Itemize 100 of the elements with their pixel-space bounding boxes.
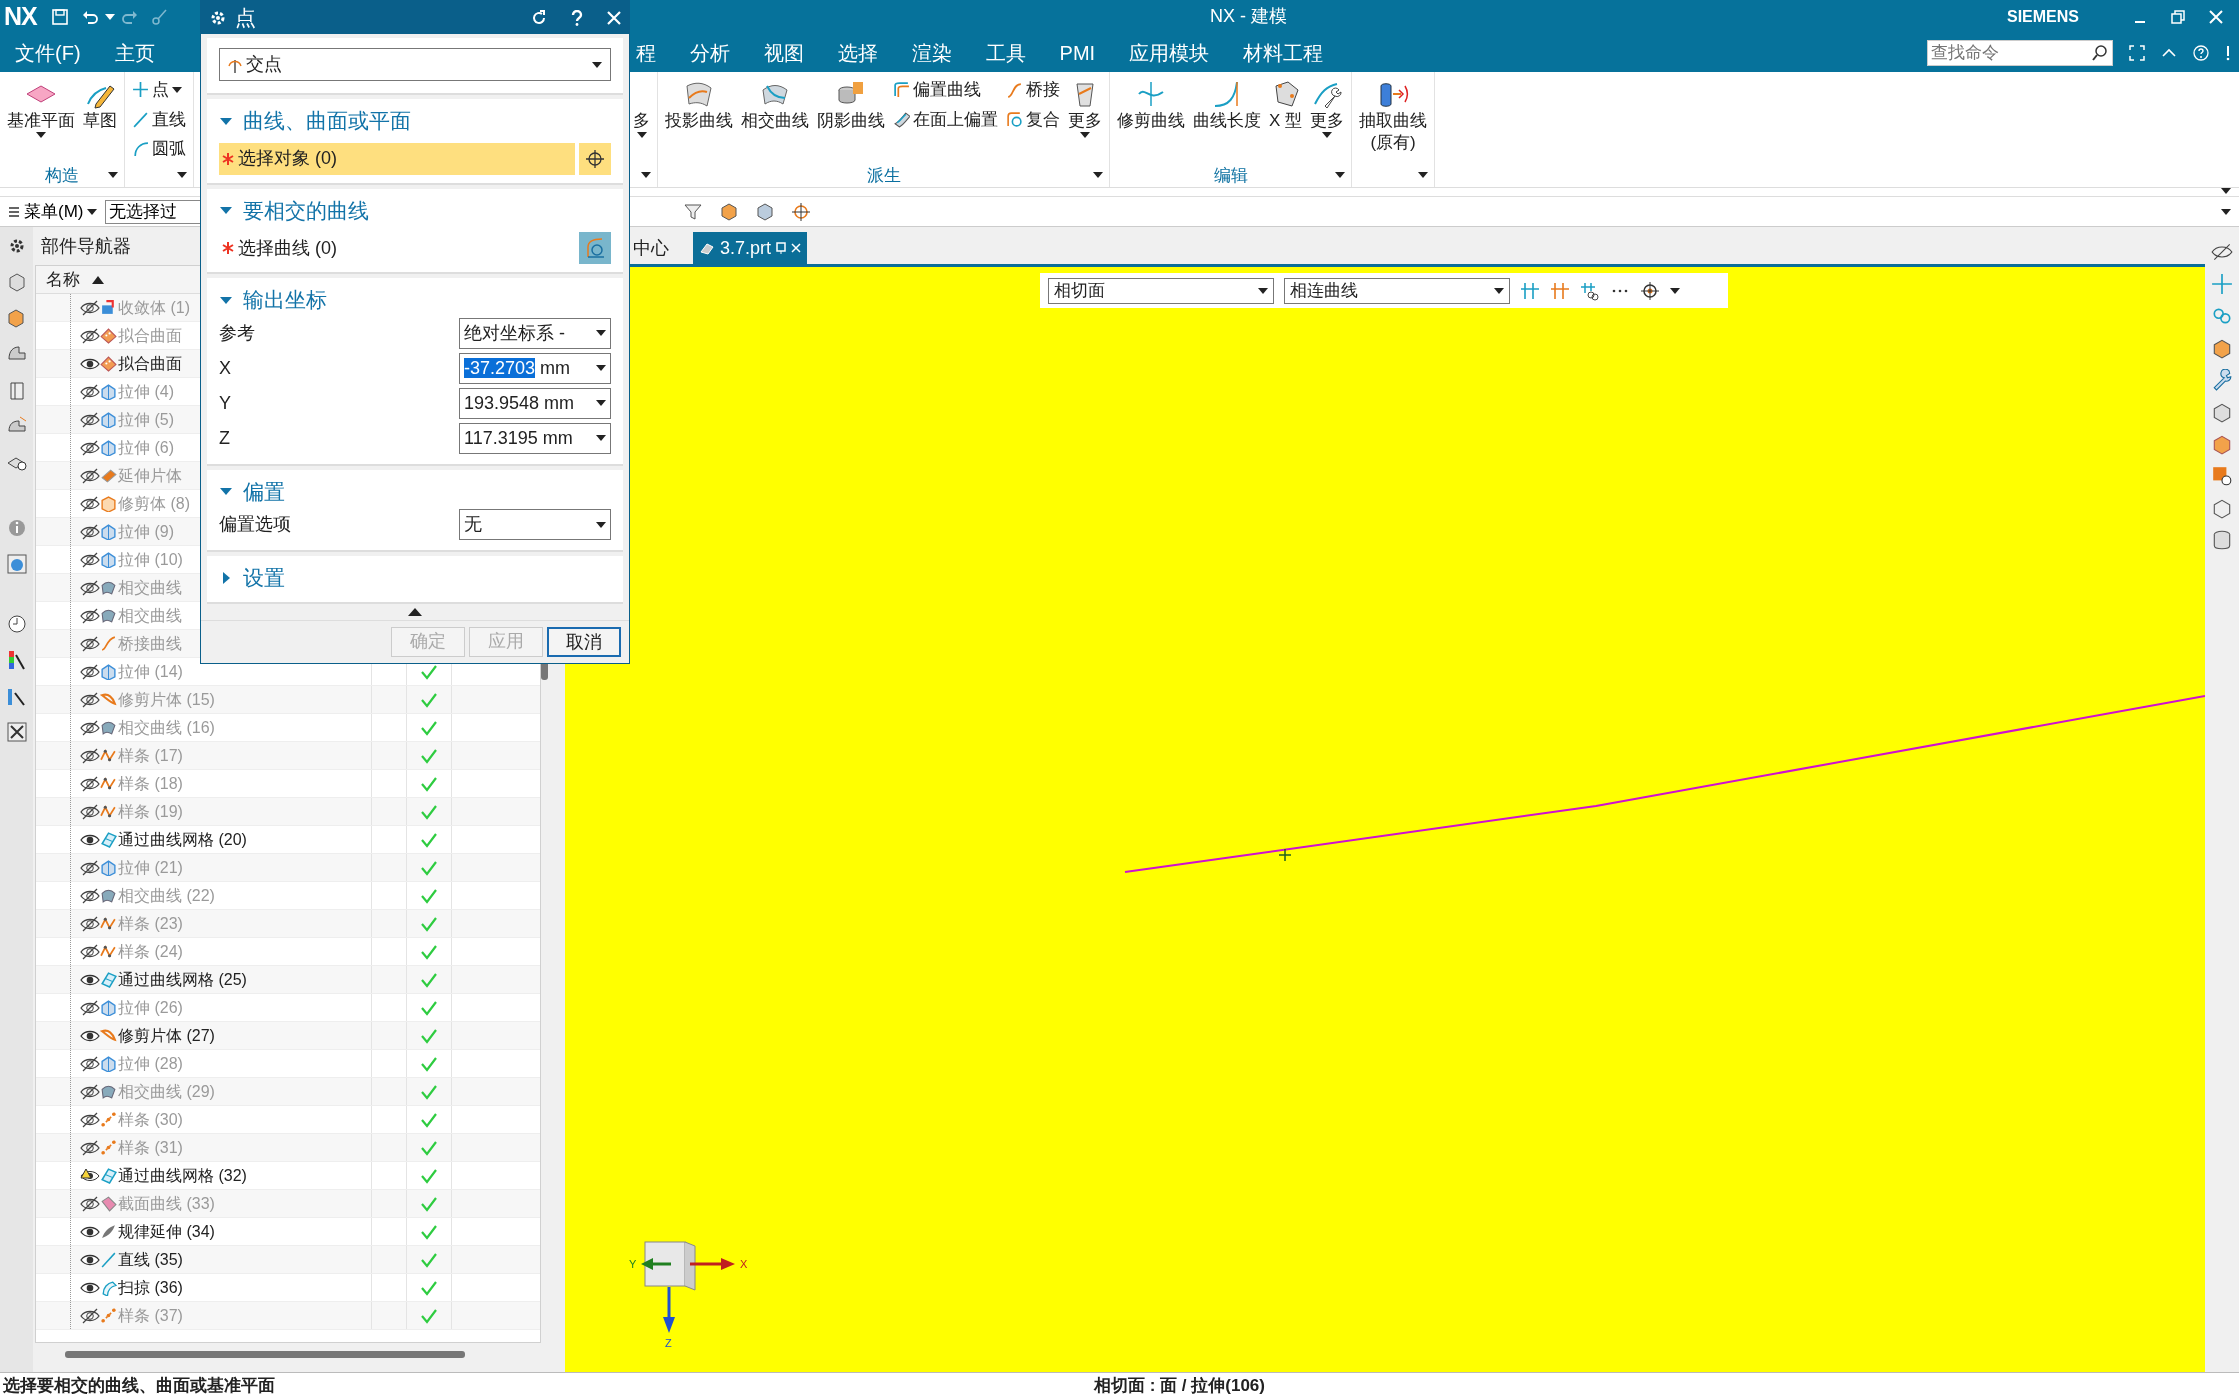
- globe-icon[interactable]: [5, 553, 28, 575]
- search-field[interactable]: 查找命令: [1927, 39, 2113, 66]
- hidden-eye-icon[interactable]: [80, 1139, 100, 1156]
- ribbon-button[interactable]: 阴影曲线: [814, 76, 888, 135]
- caret-icon[interactable]: [636, 132, 647, 139]
- ribbon-button[interactable]: 复合: [1003, 105, 1063, 133]
- menu-tab[interactable]: 主页: [97, 33, 172, 72]
- scrollbar-thumb[interactable]: [65, 1351, 465, 1358]
- wrench-icon[interactable]: [2211, 369, 2233, 391]
- cube-icon[interactable]: [2211, 433, 2233, 455]
- value-dropdown[interactable]: 193.9548 mm: [459, 387, 611, 419]
- dialog-button[interactable]: 取消: [547, 626, 621, 657]
- menu-button[interactable]: 菜单(M): [0, 198, 106, 225]
- ribbon-button[interactable]: 修剪曲线: [1114, 76, 1188, 135]
- menu-tab[interactable]: 工具: [968, 33, 1043, 72]
- close-icon[interactable]: [2209, 9, 2223, 24]
- ribbon-button[interactable]: 基准平面: [4, 76, 78, 141]
- hidden-eye-icon[interactable]: [80, 663, 100, 680]
- tools-icon[interactable]: [5, 721, 28, 743]
- menu-tab[interactable]: 程: [633, 33, 673, 72]
- caret-icon[interactable]: [2221, 209, 2231, 216]
- select-button[interactable]: [579, 142, 611, 175]
- column-header[interactable]: 名称: [46, 266, 80, 293]
- selection-row[interactable]: 选择曲线 (0): [219, 232, 575, 264]
- hidden-eye-icon[interactable]: [80, 1111, 100, 1128]
- tree-item[interactable]: 样条 (24): [118, 939, 183, 964]
- curve-rule-dropdown[interactable]: 相连曲线: [1284, 277, 1510, 304]
- hidden-eye-icon[interactable]: [80, 1083, 100, 1100]
- value-dropdown[interactable]: 绝对坐标系 -: [459, 317, 611, 349]
- hidden-eye-icon[interactable]: [80, 495, 100, 512]
- collapse-icon[interactable]: [408, 607, 422, 616]
- tree-item[interactable]: 通过曲线网格 (32): [118, 1163, 247, 1188]
- hidden-eye-icon[interactable]: [80, 943, 100, 960]
- tree-item[interactable]: 样条 (18): [118, 771, 183, 796]
- caret-icon[interactable]: [1080, 132, 1090, 139]
- cube-icon[interactable]: [2211, 497, 2233, 519]
- caret-icon[interactable]: [596, 330, 606, 336]
- menu-tab[interactable]: 视图: [746, 33, 821, 72]
- target-icon[interactable]: [1640, 280, 1660, 301]
- tree-item[interactable]: 修剪体 (8): [118, 491, 190, 516]
- section-header[interactable]: 输出坐标: [219, 284, 327, 316]
- caret-icon[interactable]: [177, 172, 187, 178]
- caret-icon[interactable]: [641, 172, 651, 178]
- section-header[interactable]: 曲线、曲面或平面: [219, 105, 411, 137]
- section-header[interactable]: 设置: [219, 562, 285, 594]
- ribbon-button[interactable]: 投影曲线: [662, 76, 736, 135]
- menu-tab[interactable]: 材料工程: [1226, 33, 1341, 72]
- ribbon-button[interactable]: X 型: [1266, 76, 1306, 135]
- tree-item[interactable]: 通过曲线网格 (20): [118, 827, 247, 852]
- close-icon[interactable]: [607, 10, 621, 25]
- caret-icon[interactable]: [36, 132, 46, 139]
- face-rule-dropdown[interactable]: 相切面: [1048, 277, 1274, 304]
- hidden-eye-icon[interactable]: [80, 691, 100, 708]
- tree-item[interactable]: 拉伸 (6): [118, 435, 174, 460]
- selection-row[interactable]: 选择对象 (0): [219, 142, 575, 175]
- caret-icon[interactable]: [596, 365, 606, 371]
- ribbon-button[interactable]: 草图: [80, 76, 120, 135]
- hidden-eye-icon[interactable]: [80, 467, 100, 484]
- hidden-eye-icon[interactable]: [80, 1055, 100, 1072]
- sort-arrow-icon[interactable]: [92, 275, 104, 284]
- tree-item[interactable]: 拉伸 (28): [118, 1051, 183, 1076]
- hidden-eye-icon[interactable]: [80, 775, 100, 792]
- view-cube[interactable]: [644, 1241, 696, 1291]
- cube-icon[interactable]: [755, 201, 776, 222]
- save-icon[interactable]: [50, 7, 69, 26]
- hidden-eye-icon[interactable]: [80, 887, 100, 904]
- ribbon-button[interactable]: 曲线长度: [1190, 76, 1264, 135]
- tree-item[interactable]: 修剪片体 (27): [118, 1023, 215, 1048]
- tree-item[interactable]: 拉伸 (26): [118, 995, 183, 1020]
- menu-tab[interactable]: 文件(F): [0, 33, 98, 72]
- caret-icon[interactable]: [1335, 172, 1346, 178]
- hidden-eye-icon[interactable]: [2211, 241, 2233, 263]
- help-icon[interactable]: [2193, 44, 2209, 61]
- ribbon-button[interactable]: 多: [630, 76, 653, 141]
- tree-item[interactable]: 直线 (35): [118, 1247, 183, 1272]
- tree-item[interactable]: 相交曲线: [118, 603, 182, 628]
- caret-icon[interactable]: [592, 61, 602, 68]
- hidden-eye-icon[interactable]: [80, 327, 100, 344]
- target-icon[interactable]: [791, 201, 812, 222]
- ribbon-button[interactable]: 点: [129, 76, 189, 104]
- ribbon-button[interactable]: 圆弧: [129, 135, 189, 163]
- cylinder-icon[interactable]: [2211, 529, 2233, 551]
- tree-item[interactable]: 规律延伸 (34): [118, 1219, 215, 1244]
- cube-icon[interactable]: [719, 201, 740, 222]
- hidden-eye-icon[interactable]: [80, 803, 100, 820]
- caret-icon[interactable]: [87, 208, 98, 215]
- hidden-eye-icon[interactable]: [80, 999, 100, 1016]
- tree-item[interactable]: 拉伸 (4): [118, 379, 174, 404]
- hidden-eye-icon[interactable]: [80, 411, 100, 428]
- cube-icon[interactable]: [2211, 337, 2233, 359]
- funnel-icon[interactable]: [683, 201, 704, 222]
- search-icon[interactable]: [2091, 43, 2109, 62]
- warning-icon[interactable]: [80, 1167, 100, 1184]
- ribbon-button[interactable]: 在面上偏置: [890, 105, 1001, 133]
- hidden-eye-icon[interactable]: [80, 719, 100, 736]
- cube-icon[interactable]: [2211, 401, 2233, 423]
- ribbon-button[interactable]: 更多: [1065, 76, 1105, 141]
- tree-item[interactable]: 样条 (30): [118, 1107, 183, 1132]
- ribbon-button[interactable]: 偏置曲线: [890, 76, 1001, 104]
- tree-item[interactable]: 扫掠 (36): [118, 1275, 183, 1300]
